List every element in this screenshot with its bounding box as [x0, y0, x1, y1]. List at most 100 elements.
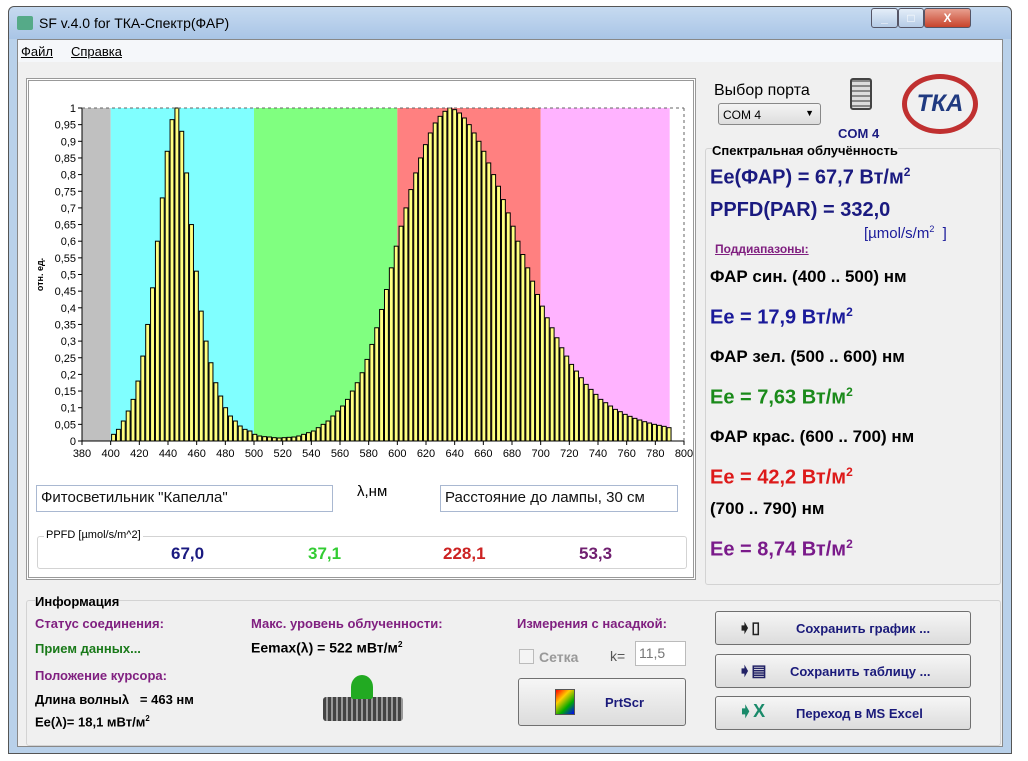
y-tick-label: 0,65: [55, 220, 76, 232]
x-tick-label: 640: [445, 448, 463, 460]
spectrum-bar: [608, 405, 614, 442]
spectrum-bar: [257, 435, 263, 442]
spectrum-bar: [286, 436, 292, 442]
spectrum-bar: [535, 293, 540, 442]
menu-help[interactable]: Справка: [71, 44, 122, 59]
ppfd-unit: [µmol/s/m2 ]: [864, 224, 947, 242]
x-tick-label: 580: [359, 448, 377, 460]
spectrum-bar: [291, 436, 297, 442]
k-input[interactable]: 11,5: [635, 641, 686, 666]
y-axis-label: отн. ед.: [35, 258, 45, 291]
spectrum-bar: [340, 405, 346, 442]
spectrum-bar: [247, 430, 253, 442]
band-irradiance: Ee = 42,2 Вт/м2: [710, 465, 853, 489]
x-tick-label: 620: [417, 448, 435, 460]
chip-plant-icon: [323, 675, 403, 721]
ppfd-group: PPFD [µmol/s/m^2] 67,0 37,1 228,1 53,3: [37, 529, 687, 569]
spectrum-bar: [403, 207, 409, 442]
spectrum-bar: [198, 310, 204, 442]
spectrum-bar: [130, 398, 136, 442]
y-tick-label: 0,25: [55, 353, 76, 365]
spectrum-bar: [539, 305, 545, 442]
prtscr-button[interactable]: PrtScr: [518, 678, 686, 726]
spectrum-bar: [457, 112, 462, 442]
spectrum-bar: [374, 327, 380, 442]
spectrum-bar: [496, 185, 501, 442]
save-table-button[interactable]: ➧▤ Сохранить таблицу ...: [715, 654, 971, 688]
info-group: Информация Статус соединения: Прием данн…: [26, 594, 1001, 746]
spectrum-bar: [427, 132, 433, 442]
x-tick-label: 480: [216, 448, 234, 460]
spectrum-bar: [564, 355, 570, 442]
maximize-button[interactable]: □: [898, 8, 924, 28]
grid-checkbox-label: Сетка: [539, 649, 579, 665]
spectrum-bar: [466, 124, 472, 442]
excel-icon: ➧X: [738, 701, 766, 721]
x-tick-label: 520: [273, 448, 291, 460]
band-label: ФАР крас. (600 .. 700) нм: [710, 427, 915, 446]
window-title: SF v.4.0 for ТКА-Спектр(ФАР): [39, 15, 230, 31]
grid-checkbox[interactable]: [519, 649, 534, 664]
spectrum-chart[interactable]: 0 0,05 0,1 0,15 0,2 0,25 0,3 0,35 0,4 0,45 0,5 0,55…: [29, 81, 693, 481]
distance-input[interactable]: Расстояние до лампы, 30 см: [440, 485, 678, 512]
x-tick-label: 660: [474, 448, 492, 460]
close-button[interactable]: X: [924, 8, 971, 28]
menu-bar: Файл Справка: [18, 40, 1002, 62]
spectrum-bar: [213, 382, 219, 442]
port-status: COM 4: [838, 126, 880, 141]
spectrum-bar: [159, 197, 165, 442]
spectrum-bar: [267, 436, 272, 442]
port-select[interactable]: COM 4 ▼: [718, 103, 821, 125]
spectrum-bar: [242, 428, 248, 442]
cursor-wavelength: Длина волныλ = 463 нм: [35, 692, 194, 707]
spectrum-bar: [315, 427, 321, 442]
spectrum-chart-panel: 0 0,05 0,1 0,15 0,2 0,25 0,3 0,35 0,4 0,45 0,5 0,55…: [26, 78, 696, 580]
spectrum-bar: [354, 382, 360, 442]
nozzle-label: Измерения с насадкой:: [517, 616, 667, 631]
spectrum-bar: [179, 130, 185, 442]
x-tick-label: 600: [388, 448, 406, 460]
spectrum-bar: [510, 225, 516, 442]
x-tick-label: 380: [73, 448, 91, 460]
cursor-ee: Ee(λ)= 18,1 мВт/м2: [35, 714, 150, 730]
spectrum-bar: [588, 388, 594, 442]
ee-par-value: Ee(ФАР) = 67,7 Вт/м2: [710, 165, 911, 189]
client-area: Файл Справка 0 0,05 0,1 0,15 0,2 0,25 0,3 0,35 0…: [17, 39, 1003, 747]
lamp-name-input[interactable]: Фитосветильник "Капелла": [36, 485, 333, 512]
spectrum-bar: [627, 415, 633, 442]
band-irradiance: Ee = 8,74 Вт/м2: [710, 537, 853, 561]
k-label: k=: [610, 648, 626, 664]
spectrum-bar: [218, 395, 224, 442]
spectrum-bar: [505, 212, 511, 442]
status-label: Статус соединения:: [35, 616, 164, 631]
info-title: Информация: [35, 594, 120, 609]
spectrum-bar: [111, 433, 116, 442]
spectrum-bar: [330, 415, 336, 442]
menu-file[interactable]: Файл: [21, 44, 53, 59]
spectrum-bar: [656, 424, 662, 442]
spectrum-bar: [613, 408, 618, 442]
band-label: ФАР син. (400 .. 500) нм: [710, 267, 907, 286]
spectrum-bar: [593, 393, 599, 442]
excel-button[interactable]: ➧X Переход в MS Excel: [715, 696, 971, 730]
spectrum-bar: [135, 380, 141, 442]
spectrum-bar: [481, 150, 487, 442]
spectrum-bar: [603, 402, 609, 442]
save-chart-button[interactable]: ➧▯ Сохранить график ...: [715, 611, 971, 645]
y-tick-label: 0,6: [61, 236, 76, 248]
x-tick-label: 740: [589, 448, 607, 460]
spectrum-bar: [622, 413, 628, 442]
y-tick-label: 0,55: [55, 253, 76, 265]
spectrum-bar: [320, 423, 326, 442]
band-label: (700 .. 790) нм: [710, 499, 825, 518]
spectrum-bar: [189, 224, 194, 442]
ppfd-blue: 67,0: [171, 544, 205, 563]
x-tick-label: 760: [617, 448, 635, 460]
spectrum-bar: [598, 398, 604, 442]
cursor-label: Положение курсора:: [35, 668, 167, 683]
spectrum-bar: [617, 411, 623, 442]
spectrum-bar: [554, 337, 560, 442]
connection-status: Прием данных...: [35, 641, 141, 656]
spectrum-bar: [637, 419, 643, 442]
minimize-button[interactable]: _: [871, 8, 898, 28]
